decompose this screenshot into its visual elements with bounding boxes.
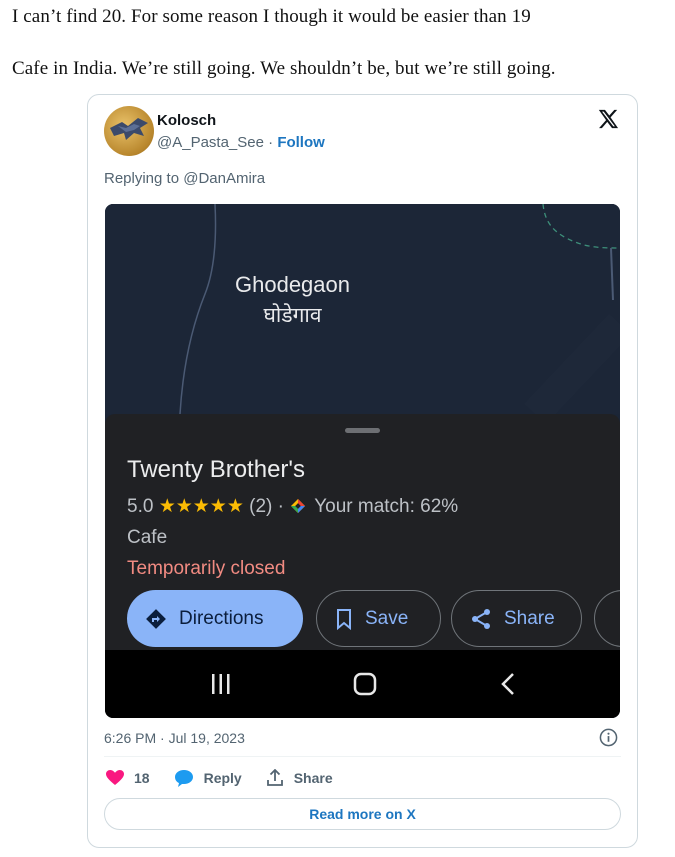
bookmark-icon [337,608,351,630]
share-icon [472,608,490,629]
tweet-image[interactable]: Ghodegaon घोडेगाव Twenty Brother's 5.0 ★… [105,204,620,718]
author-handle-row: @A_Pasta_See · Follow [157,134,325,151]
like-button[interactable]: 18 [106,770,150,786]
avatar[interactable] [104,106,154,156]
follow-button[interactable]: Follow [277,134,325,151]
upload-share-icon [266,769,283,786]
heart-icon [106,770,124,785]
match-diamond-icon [291,499,306,513]
share-label: Share [504,607,555,629]
home-icon[interactable] [352,672,378,696]
review-count: (2) · [249,496,284,517]
reply-button[interactable]: Reply [174,769,242,787]
star-rating-icon: ★★★★★ [158,496,244,517]
map-town-label: Ghodegaon [235,272,350,297]
place-category: Cafe [127,527,168,548]
directions-icon [146,608,166,629]
match-text: Your match: 62% [314,496,459,517]
intro-line-2: Cafe in India. We’re still going. We sho… [12,58,556,79]
author-name[interactable]: Kolosch [157,112,216,129]
intro-line-1: I can’t find 20. For some reason I thoug… [12,6,531,27]
place-sheet: Twenty Brother's 5.0 ★★★★★ (2) · Your ma… [105,414,620,650]
directions-button[interactable]: Directions [127,590,303,647]
author-handle[interactable]: @A_Pasta_See [157,134,264,151]
sheet-grabber[interactable] [345,428,380,433]
divider [104,756,621,757]
save-button[interactable]: Save [316,590,441,647]
share-tweet-button[interactable]: Share [266,769,333,787]
android-nav-bar [105,650,620,718]
directions-label: Directions [179,607,264,629]
read-more-button[interactable]: Read more on X [104,798,621,830]
recents-icon[interactable] [208,672,234,696]
embedded-tweet-card[interactable]: Kolosch @A_Pasta_See · Follow Replying t… [87,94,638,848]
tweet-actions: 18 Reply Share [106,767,357,789]
more-button-partial[interactable] [594,590,620,647]
place-status: Temporarily closed [127,558,286,579]
x-logo-icon[interactable] [597,108,619,130]
back-icon[interactable] [499,672,519,696]
rating-value: 5.0 [127,496,154,517]
map-town-label-hindi: घोडेगाव [263,304,322,327]
share-button[interactable]: Share [451,590,582,647]
rating-row: 5.0 ★★★★★ (2) · Your match: 62% [127,495,458,518]
place-name: Twenty Brother's [127,456,305,483]
share-tweet-label: Share [293,770,333,786]
info-icon[interactable] [599,728,618,747]
handle-separator: · [263,134,278,151]
reply-label: Reply [203,770,242,786]
tweet-timestamp[interactable]: 6:26 PM · Jul 19, 2023 [104,730,245,746]
save-label: Save [365,607,409,629]
like-count: 18 [134,770,150,786]
map-area: Ghodegaon घोडेगाव [105,204,620,414]
reply-bubble-icon [174,770,193,787]
replying-to[interactable]: Replying to @DanAmira [104,170,265,187]
